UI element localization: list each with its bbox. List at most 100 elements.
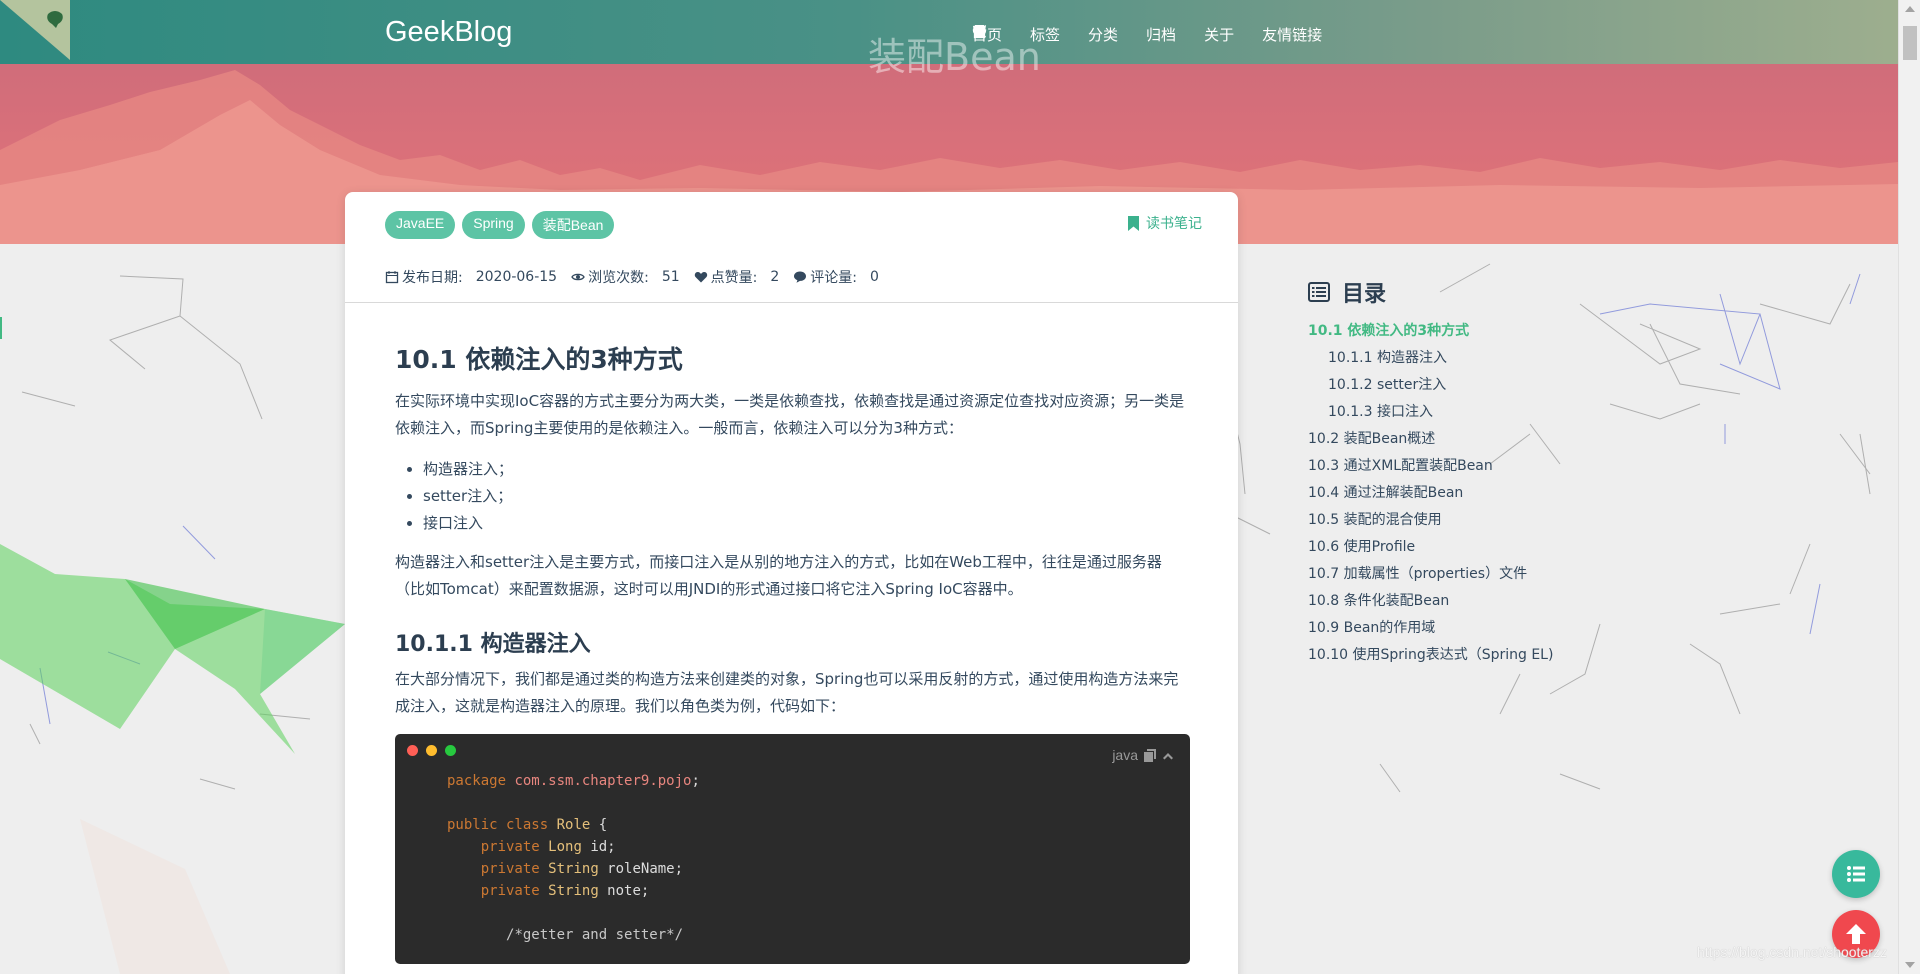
- code-token: private: [480, 839, 540, 855]
- window-dots: [407, 745, 456, 756]
- toc-item-10-1[interactable]: 10.1 依赖注入的3种方式: [1308, 318, 1608, 345]
- injection-list: 构造器注入； setter注入； 接口注入: [423, 456, 1190, 537]
- nav-archive[interactable]: 归档: [973, 24, 1177, 45]
- views-value: 51: [661, 269, 680, 285]
- tag-assembly-bean[interactable]: 装配Bean: [531, 211, 615, 239]
- nav-archive-label: 归档: [1146, 26, 1177, 44]
- meta-date: 发布日期: 2020-06-15: [385, 267, 557, 287]
- toc-item-10-4[interactable]: 10.4 通过注解装配Bean: [1308, 480, 1608, 507]
- views-label: 浏览次数:: [588, 270, 649, 286]
- code-comment: /*getter and setter*/: [506, 927, 684, 943]
- nav-categories-label: 分类: [1088, 26, 1119, 44]
- bookmark-icon: [1128, 215, 1139, 231]
- code-token: note;: [598, 883, 650, 899]
- page-scrollbar[interactable]: [1898, 0, 1920, 974]
- paragraph-constructor: 在大部分情况下，我们都是通过类的构造方法来创建类的对象，Spring也可以采用反…: [395, 670, 1179, 715]
- chevron-up-icon[interactable]: [1162, 749, 1174, 762]
- toc-title-label: 目录: [1342, 282, 1387, 307]
- tag-spring[interactable]: Spring: [462, 211, 525, 239]
- meta-divider: [345, 302, 1238, 303]
- code-token: public class: [447, 817, 549, 833]
- list-item: 接口注入: [423, 510, 1190, 537]
- section-heading-10-1-1: 10.1.1 构造器注入: [395, 632, 591, 657]
- code-token: private: [480, 861, 540, 877]
- nav-tags-label: 标签: [1030, 26, 1061, 44]
- date-label: 发布日期:: [402, 270, 463, 286]
- toc-item-10-6[interactable]: 10.6 使用Profile: [1308, 534, 1608, 561]
- code-text: package com.ssm.chapter9.pojo; public cl…: [447, 770, 700, 946]
- article-tags: JavaEE Spring 装配Bean: [385, 211, 615, 239]
- code-token: id;: [581, 839, 616, 855]
- comments-value: 0: [870, 269, 879, 285]
- toc-item-10-1-1[interactable]: 10.1.1 构造器注入: [1308, 345, 1608, 372]
- search-icon: [972, 24, 987, 39]
- category-label: 读书笔记: [1146, 216, 1202, 232]
- source-watermark: https://blog.csdn.net/shooterzz: [1697, 944, 1887, 960]
- toc-item-10-8[interactable]: 10.8 条件化装配Bean: [1308, 588, 1608, 615]
- likes-label: 点赞量:: [710, 270, 758, 286]
- toc-item-10-2[interactable]: 10.2 装配Bean概述: [1308, 426, 1608, 453]
- comment-icon: [794, 271, 807, 283]
- article-category[interactable]: 读书笔记: [1127, 213, 1202, 233]
- toc-item-10-5[interactable]: 10.5 装配的混合使用: [1308, 507, 1608, 534]
- code-token: {: [590, 817, 608, 833]
- meta-comments: 评论量: 0: [793, 267, 879, 287]
- toc-sidebar: 目录 10.1 依赖注入的3种方式 10.1.1 构造器注入 10.1.2 se…: [1308, 276, 1608, 669]
- tag-javaee[interactable]: JavaEE: [385, 211, 456, 239]
- left-edge-marker: [0, 317, 2, 339]
- code-toolbar: java: [1112, 742, 1174, 769]
- nav-friend-links[interactable]: 友情链接: [972, 24, 1323, 45]
- code-token: com.ssm.chapter9.pojo: [514, 773, 692, 789]
- likes-value: 2: [770, 269, 780, 285]
- article-meta: 发布日期: 2020-06-15 浏览次数: 51 点赞量: 2 评论量: 0: [385, 267, 879, 287]
- toc-title: 目录: [1308, 276, 1608, 308]
- code-token: private: [480, 883, 540, 899]
- toc-toggle-button[interactable]: [1832, 850, 1880, 898]
- heart-icon: [694, 272, 707, 283]
- scroll-up-arrow[interactable]: [1905, 6, 1915, 12]
- toc-item-10-10[interactable]: 10.10 使用Spring表达式（Spring EL): [1308, 642, 1608, 669]
- close-dot: [407, 745, 418, 756]
- code-token: roleName;: [598, 861, 684, 877]
- github-corner-icon[interactable]: [0, 0, 70, 60]
- toc-item-10-3[interactable]: 10.3 通过XML配置装配Bean: [1308, 453, 1608, 480]
- scroll-down-arrow[interactable]: [1905, 962, 1915, 968]
- paragraph-intro: 在实际环境中实现IoC容器的方式主要分为两大类，一类是依赖查找，依赖查找是通过资…: [395, 392, 1185, 437]
- nav-categories[interactable]: 分类: [974, 24, 1119, 45]
- list-item: 构造器注入；: [423, 456, 1190, 483]
- main-nav: 首页 标签 分类 归档 关于 友情链接: [972, 24, 1378, 45]
- minimize-dot: [426, 745, 437, 756]
- scroll-thumb[interactable]: [1903, 26, 1917, 60]
- toc-item-10-9[interactable]: 10.9 Bean的作用域: [1308, 615, 1608, 642]
- list-icon: [1847, 866, 1865, 882]
- maximize-dot: [445, 745, 456, 756]
- site-brand[interactable]: GeekBlog: [385, 16, 512, 49]
- nav-about-label: 关于: [1204, 26, 1235, 44]
- article-card: JavaEE Spring 装配Bean 读书笔记 发布日期: 2020-06-…: [345, 192, 1238, 974]
- comments-label: 评论量:: [810, 270, 857, 286]
- toc-item-10-1-2[interactable]: 10.1.2 setter注入: [1308, 372, 1608, 399]
- code-token: Role: [556, 817, 591, 833]
- nav-friend-links-label: 友情链接: [1262, 26, 1323, 44]
- code-token: package: [447, 773, 507, 789]
- toc-item-10-7[interactable]: 10.7 加载属性（properties）文件: [1308, 561, 1608, 588]
- section-heading-10-1: 10.1 依赖注入的3种方式: [395, 345, 683, 374]
- code-token: String: [548, 883, 599, 899]
- nav-about[interactable]: 关于: [972, 24, 1235, 45]
- date-value: 2020-06-15: [475, 269, 558, 285]
- copy-icon[interactable]: [1144, 749, 1156, 762]
- paragraph-injection-modes: 构造器注入和setter注入是主要方式，而接口注入是从别的地方注入的方式，比如在…: [395, 553, 1162, 598]
- code-token: Long: [548, 839, 582, 855]
- green-polygon-decoration: [0, 544, 345, 974]
- code-language: java: [1112, 747, 1138, 763]
- list-icon: [1308, 282, 1330, 302]
- nav-tags[interactable]: 标签: [972, 24, 1061, 45]
- code-token: String: [548, 861, 599, 877]
- toc-item-10-1-3[interactable]: 10.1.3 接口注入: [1308, 399, 1608, 426]
- meta-likes: 点赞量: 2: [694, 267, 780, 287]
- code-block: java package com.ssm.chapter9.pojo; publ…: [395, 734, 1190, 964]
- list-item: setter注入；: [423, 483, 1190, 510]
- meta-views: 浏览次数: 51: [571, 267, 680, 287]
- calendar-icon: [385, 271, 399, 284]
- code-token: ;: [691, 773, 700, 789]
